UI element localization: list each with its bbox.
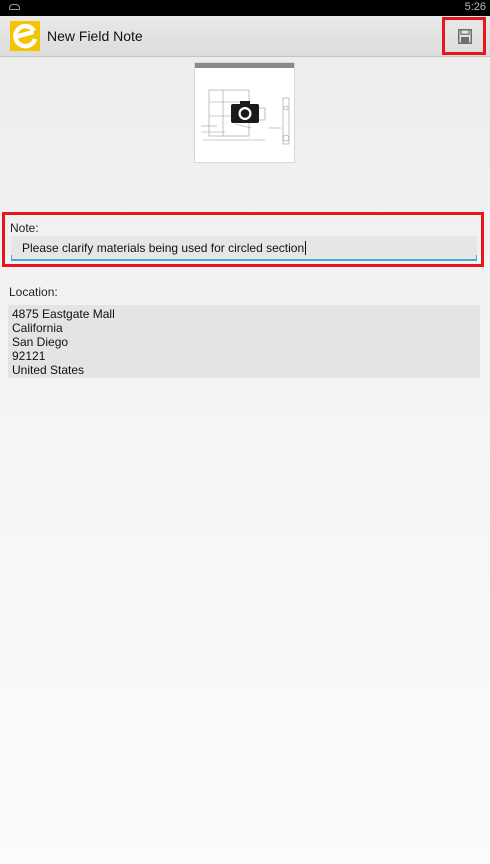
notification-icon: [9, 4, 20, 10]
page-title: New Field Note: [47, 28, 143, 44]
note-input[interactable]: Please clarify materials being used for …: [11, 236, 477, 261]
note-section: Note: Please clarify materials being use…: [2, 212, 484, 267]
location-zip: 92121: [12, 349, 46, 363]
location-state: California: [12, 321, 63, 335]
app-logo-icon[interactable]: [10, 21, 40, 51]
action-bar: New Field Note: [0, 16, 490, 57]
text-cursor: [305, 241, 307, 255]
location-country: United States: [12, 363, 85, 377]
status-time: 5:26: [464, 1, 486, 13]
location-city: San Diego: [12, 335, 69, 349]
photo-attachment[interactable]: [194, 62, 295, 163]
note-label: Note:: [10, 221, 39, 235]
camera-icon: [231, 101, 259, 123]
save-button[interactable]: [442, 17, 486, 55]
location-street: 4875 Eastgate Mall: [12, 307, 115, 321]
location-label: Location:: [9, 285, 58, 299]
note-value: Please clarify materials being used for …: [22, 241, 305, 255]
floppy-disk-save-icon: [458, 29, 472, 44]
location-field: 4875 Eastgate Mall California San Diego …: [8, 305, 480, 378]
status-bar: 5:26: [0, 0, 490, 16]
